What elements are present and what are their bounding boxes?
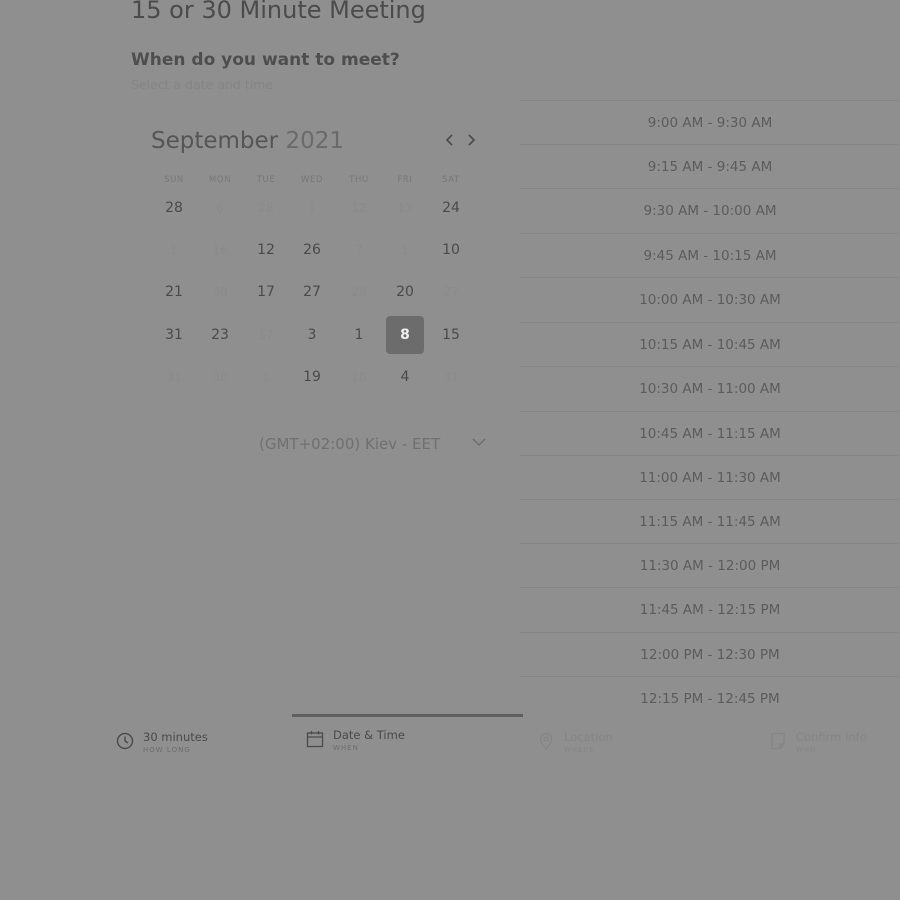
- time-slot[interactable]: 11:15 AM - 11:45 AM: [520, 499, 900, 544]
- calendar-icon: [306, 731, 324, 748]
- calendar-day-disabled: 1: [262, 370, 270, 384]
- calendar-day-disabled: 6: [216, 201, 224, 215]
- calendar-day[interactable]: 3: [293, 316, 331, 354]
- weekday-label: FRI: [397, 175, 413, 185]
- step-label: Date & Time: [333, 728, 405, 742]
- calendar-day[interactable]: 4: [386, 358, 424, 396]
- step-sublabel: WHERE: [564, 746, 595, 754]
- calendar-day-disabled: 28: [351, 285, 367, 299]
- time-slot[interactable]: 9:00 AM - 9:30 AM: [520, 100, 900, 145]
- calendar-day-disabled: 10: [351, 370, 367, 384]
- weekday-label: THU: [349, 175, 369, 185]
- location-pin-icon: [539, 732, 553, 750]
- weekday-label: SUN: [164, 175, 184, 185]
- calendar-day[interactable]: 17: [247, 273, 285, 311]
- weekday-label: SAT: [442, 175, 460, 185]
- calendar-day-disabled: 1: [170, 243, 178, 257]
- calendar-day-disabled: 27: [443, 285, 459, 299]
- calendar-day-disabled: 1: [401, 243, 409, 257]
- calendar-day-disabled: 28: [258, 201, 274, 215]
- calendar-day[interactable]: 21: [155, 273, 193, 311]
- calendar-day-disabled: 7: [355, 243, 363, 257]
- calendar-day[interactable]: 28: [155, 189, 193, 227]
- timezone-label: (GMT+02:00) Kiev - EET: [259, 435, 441, 453]
- calendar-day[interactable]: 10: [432, 231, 470, 269]
- clock-icon: [116, 732, 134, 750]
- document-icon: [771, 732, 785, 750]
- time-slot[interactable]: 9:15 AM - 9:45 AM: [520, 144, 900, 189]
- time-slot[interactable]: 11:30 AM - 12:00 PM: [520, 543, 900, 588]
- calendar-day[interactable]: 27: [293, 273, 331, 311]
- month-label: September: [151, 128, 279, 154]
- calendar-day-selected[interactable]: 8: [386, 316, 424, 354]
- time-slot[interactable]: 10:00 AM - 10:30 AM: [520, 277, 900, 322]
- step-label: Confirm Info: [796, 730, 867, 744]
- step-sublabel: WHO: [796, 746, 817, 754]
- calendar-day[interactable]: 20: [386, 273, 424, 311]
- calendar-day[interactable]: 23: [201, 316, 239, 354]
- time-slot[interactable]: 12:15 PM - 12:45 PM: [520, 676, 900, 721]
- calendar-day-disabled: 31: [443, 370, 459, 384]
- calendar-day-disabled: 17: [258, 328, 274, 342]
- year-label: 2021: [285, 128, 344, 154]
- time-slot[interactable]: 9:30 AM - 10:00 AM: [520, 188, 900, 233]
- time-slot[interactable]: 11:45 AM - 12:15 PM: [520, 587, 900, 632]
- chevron-left-icon: [445, 134, 453, 146]
- active-step-indicator: [292, 714, 523, 717]
- step-label: Location: [564, 730, 613, 744]
- calendar-day[interactable]: 19: [293, 358, 331, 396]
- calendar-day-disabled: 1: [308, 201, 316, 215]
- step-sublabel: HOW LONG: [143, 746, 191, 754]
- calendar-day[interactable]: 12: [247, 231, 285, 269]
- meeting-question: When do you want to meet?: [131, 50, 400, 70]
- weekday-label: TUE: [256, 175, 276, 185]
- prev-month-button[interactable]: [442, 131, 458, 151]
- calendar-day[interactable]: 15: [432, 316, 470, 354]
- calendar-day-disabled: 31: [166, 370, 182, 384]
- month-year-label: September 2021: [151, 128, 344, 154]
- next-month-button[interactable]: [463, 131, 479, 151]
- time-slot[interactable]: 10:15 AM - 10:45 AM: [520, 322, 900, 367]
- page-title: 15 or 30 Minute Meeting: [131, 0, 426, 24]
- time-slot[interactable]: 9:45 AM - 10:15 AM: [520, 233, 900, 278]
- time-slot[interactable]: 11:00 AM - 11:30 AM: [520, 455, 900, 500]
- calendar-day-disabled: 16: [212, 243, 228, 257]
- time-slot[interactable]: 10:30 AM - 11:00 AM: [520, 366, 900, 411]
- calendar-day-disabled: 13: [397, 201, 413, 215]
- time-slot[interactable]: 10:45 AM - 11:15 AM: [520, 411, 900, 456]
- calendar-day-disabled: 30: [212, 370, 228, 384]
- select-hint: Select a date and time: [131, 77, 274, 92]
- step-label: 30 minutes: [143, 730, 208, 744]
- calendar-day[interactable]: 26: [293, 231, 331, 269]
- chevron-right-icon: [468, 134, 476, 146]
- weekday-label: MON: [208, 175, 232, 185]
- step-sublabel: WHEN: [333, 744, 359, 752]
- chevron-down-icon: [472, 436, 486, 451]
- calendar-day-disabled: 30: [212, 285, 228, 299]
- weekday-label: WED: [300, 175, 324, 185]
- calendar-day[interactable]: 31: [155, 316, 193, 354]
- time-slot[interactable]: 12:00 PM - 12:30 PM: [520, 632, 900, 677]
- calendar-day-disabled: 12: [351, 201, 367, 215]
- calendar-day[interactable]: 1: [340, 316, 378, 354]
- calendar-day[interactable]: 24: [432, 189, 470, 227]
